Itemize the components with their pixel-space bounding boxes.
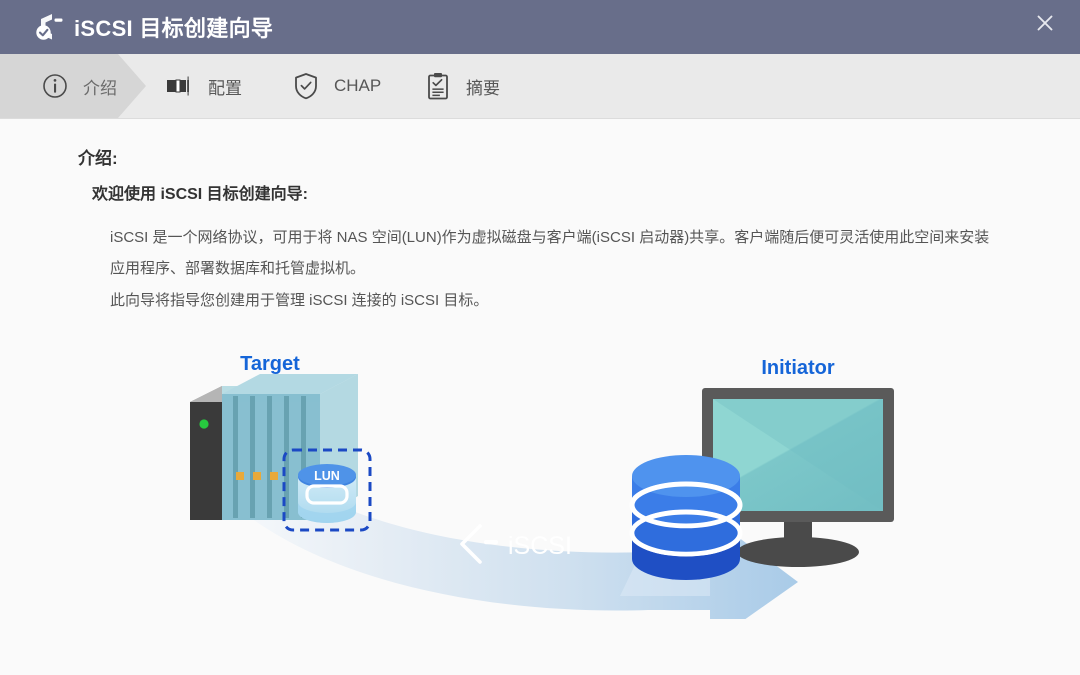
- wizard-content: 介绍: 欢迎使用 iSCSI 目标创建向导: iSCSI 是一个网络协议，可用于…: [0, 119, 1080, 675]
- step-label-chap: CHAP: [334, 76, 382, 95]
- step-chap[interactable]: CHAP: [291, 54, 381, 118]
- step-label-config: 配置: [208, 78, 242, 98]
- welcome-heading: 欢迎使用 iSCSI 目标创建向导:: [92, 186, 309, 203]
- iscsi-topology-illustration: Target LUN iSCSI Initiator: [150, 344, 950, 619]
- database-stack-icon: [629, 455, 743, 580]
- iscsi-target-creation-wizard: iSCSI 目标创建向导 介绍 配置 CHAP 摘要 介绍: 欢迎使用 iSCS…: [0, 0, 1080, 675]
- step-summary[interactable]: 摘要: [423, 54, 500, 118]
- wizard-step-bar: 介绍 配置 CHAP 摘要: [0, 54, 1080, 119]
- shield-check-icon: [291, 71, 321, 101]
- lun-label: LUN: [314, 469, 340, 483]
- target-label: Target: [240, 353, 300, 375]
- step-config[interactable]: 配置: [165, 54, 242, 118]
- intro-paragraph-2: 此向导将指导您创建用于管理 iSCSI 连接的 iSCSI 目标。: [110, 292, 489, 309]
- page-title: 介绍:: [78, 149, 118, 168]
- step-label-summary: 摘要: [466, 78, 500, 98]
- intro-paragraph-1: iSCSI 是一个网络协议，可用于将 NAS 空间(LUN)作为虚拟磁盘与客户端…: [110, 229, 990, 277]
- close-icon[interactable]: [1022, 0, 1068, 46]
- info-circle-icon: [40, 71, 70, 101]
- window-titlebar: iSCSI 目标创建向导: [0, 0, 1080, 54]
- clipboard-check-icon: [423, 71, 453, 101]
- window-title: iSCSI 目标创建向导: [74, 16, 274, 41]
- step-intro[interactable]: 介绍: [40, 54, 117, 118]
- step-label-intro: 介绍: [83, 78, 117, 98]
- initiator-label: Initiator: [761, 357, 835, 379]
- iscsi-logo-icon: [36, 14, 63, 40]
- iscsi-protocol-label: iSCSI: [508, 532, 572, 560]
- storage-bar-icon: [165, 71, 195, 101]
